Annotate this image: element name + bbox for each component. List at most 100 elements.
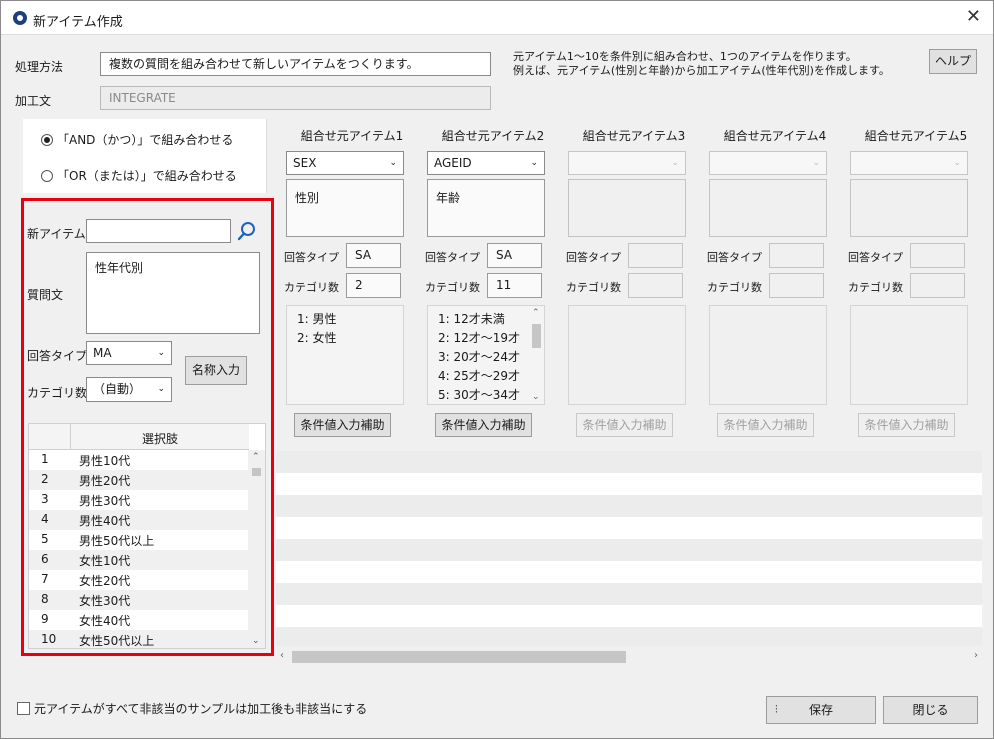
- category-list-item[interactable]: 2: 女性: [297, 329, 337, 346]
- category-list-item[interactable]: 3: 20才～24才: [438, 348, 520, 365]
- chevron-down-icon: ⌄: [389, 158, 397, 168]
- scroll-thumb[interactable]: [532, 324, 541, 348]
- condition-input-button[interactable]: 条件値入力補助: [717, 413, 814, 437]
- non-applicable-checkbox[interactable]: [17, 702, 30, 715]
- source-category-list[interactable]: [568, 305, 686, 405]
- source-item-column-3: 組合せ元アイテム3 ⌄ 回答タイプカテゴリ数条件値入力補助: [566, 119, 702, 443]
- chevron-down-icon: ⌄: [671, 158, 679, 168]
- answer-type-label: 回答タイプ: [707, 251, 762, 264]
- grid-row: [276, 451, 982, 473]
- grid-row: [276, 561, 982, 583]
- scroll-left-icon[interactable]: ‹: [280, 650, 284, 661]
- category-count-label: カテゴリ数: [566, 281, 621, 294]
- processing-field: INTEGRATE: [100, 86, 491, 110]
- description-line-2: 例えば、元アイテム(性別と年齢)から加工アイテム(性年代別)を作成します。: [513, 64, 890, 77]
- category-count-label: カテゴリ数: [425, 281, 480, 294]
- source-item-select-value: AGEID: [434, 156, 472, 170]
- scroll-up-icon[interactable]: ⌃: [532, 308, 540, 318]
- source-category-list[interactable]: [850, 305, 968, 405]
- title-bar: 新アイテム作成 ✕: [1, 1, 993, 35]
- and-radio[interactable]: [41, 134, 53, 146]
- source-answer-type: [910, 243, 965, 268]
- source-item-select[interactable]: AGEID ⌄: [427, 151, 545, 175]
- source-item-title: 組合せ元アイテム1: [300, 129, 404, 143]
- category-list-item[interactable]: 1: 12才未満: [438, 310, 505, 327]
- category-list-item[interactable]: 1: 男性: [297, 310, 337, 327]
- source-category-count: 11: [487, 273, 542, 298]
- source-item-name: 年齢: [427, 179, 545, 237]
- category-count-label: カテゴリ数: [284, 281, 339, 294]
- category-scrollbar[interactable]: ⌃ ⌄: [528, 306, 544, 404]
- horizontal-scrollbar[interactable]: ‹ ›: [276, 648, 982, 666]
- source-item-name: [709, 179, 827, 237]
- method-field[interactable]: 複数の質問を組み合わせて新しいアイテムをつくります。: [100, 52, 491, 76]
- answer-type-label: 回答タイプ: [566, 251, 621, 264]
- source-answer-type: SA: [346, 243, 401, 268]
- combine-mode-panel: 「AND（かつ）」で組み合わせる 「OR（または）」で組み合わせる: [23, 119, 267, 193]
- source-item-title: 組合せ元アイテム5: [864, 129, 968, 143]
- source-category-count: 2: [346, 273, 401, 298]
- category-count-label: カテゴリ数: [848, 281, 903, 294]
- close-button[interactable]: 閉じる: [883, 696, 978, 724]
- grid-row: [276, 539, 982, 561]
- source-category-list[interactable]: 1: 12才未満 2: 12才～19才 3: 20才～24才 4: 25才～29才 5:…: [427, 305, 545, 405]
- source-item-column-4: 組合せ元アイテム4 ⌄ 回答タイプカテゴリ数条件値入力補助: [707, 119, 843, 443]
- source-category-count: [910, 273, 965, 298]
- source-item-title: 組合せ元アイテム4: [723, 129, 827, 143]
- save-label: 保存: [808, 703, 833, 717]
- condition-input-button[interactable]: 条件値入力補助: [294, 413, 391, 437]
- source-item-column-5: 組合せ元アイテム5 ⌄ 回答タイプカテゴリ数条件値入力補助: [848, 119, 984, 443]
- source-item-title: 組合せ元アイテム3: [582, 129, 686, 143]
- help-button[interactable]: ヘルプ: [929, 49, 977, 74]
- grid-row: [276, 627, 982, 646]
- grid-row: [276, 583, 982, 605]
- source-item-name: 性別: [286, 179, 404, 237]
- app-logo-icon: [13, 11, 27, 25]
- highlight-frame: [21, 198, 274, 656]
- category-count-label: カテゴリ数: [707, 281, 762, 294]
- source-answer-type: [628, 243, 683, 268]
- source-category-list[interactable]: 1: 男性 2: 女性: [286, 305, 404, 405]
- or-radio-option[interactable]: 「OR（または）」で組み合わせる: [41, 167, 237, 184]
- source-item-select: ⌄: [709, 151, 827, 175]
- chevron-down-icon: ⌄: [530, 158, 538, 168]
- category-list-item[interactable]: 5: 30才～34才: [438, 386, 520, 403]
- window-title: 新アイテム作成: [33, 15, 123, 30]
- save-button[interactable]: ⫶ 保存: [766, 696, 876, 724]
- scroll-down-icon[interactable]: ⌄: [532, 392, 540, 402]
- non-applicable-label: 元アイテムがすべて非該当のサンプルは加工後も非該当にする: [34, 702, 368, 716]
- horizontal-scroll-thumb[interactable]: [292, 651, 626, 663]
- description-line-1: 元アイテム1～10を条件別に組み合わせ、1つのアイテムを作ります。: [513, 50, 857, 63]
- source-category-list[interactable]: [709, 305, 827, 405]
- condition-input-button[interactable]: 条件値入力補助: [435, 413, 532, 437]
- source-item-title: 組合せ元アイテム2: [441, 129, 545, 143]
- source-item-select: ⌄: [568, 151, 686, 175]
- answer-type-label: 回答タイプ: [284, 251, 339, 264]
- method-label: 処理方法: [15, 60, 64, 74]
- source-item-select[interactable]: SEX ⌄: [286, 151, 404, 175]
- scroll-right-icon[interactable]: ›: [974, 650, 978, 661]
- or-radio[interactable]: [41, 170, 53, 182]
- save-icon: ⫶: [775, 703, 778, 716]
- grid-row: [276, 495, 982, 517]
- source-item-column-1: 組合せ元アイテム1 SEX ⌄ 性別回答タイプ SA カテゴリ数 2 1: 男性 2: 女性条件…: [284, 119, 420, 443]
- source-answer-type: [769, 243, 824, 268]
- source-item-select: ⌄: [850, 151, 968, 175]
- condition-input-button[interactable]: 条件値入力補助: [576, 413, 673, 437]
- chevron-down-icon: ⌄: [812, 158, 820, 168]
- combination-grid: [276, 451, 982, 646]
- condition-input-button[interactable]: 条件値入力補助: [858, 413, 955, 437]
- answer-type-label: 回答タイプ: [425, 251, 480, 264]
- and-radio-label: 「AND（かつ）」で組み合わせる: [57, 133, 234, 147]
- processing-label: 加工文: [15, 94, 52, 108]
- category-list-item[interactable]: 4: 25才～29才: [438, 367, 520, 384]
- source-item-name: [568, 179, 686, 237]
- source-category-count: [628, 273, 683, 298]
- answer-type-label: 回答タイプ: [848, 251, 903, 264]
- source-item-select-value: SEX: [293, 156, 317, 170]
- source-category-count: [769, 273, 824, 298]
- and-radio-option[interactable]: 「AND（かつ）」で組み合わせる: [41, 131, 233, 148]
- close-icon[interactable]: ✕: [966, 7, 981, 27]
- or-radio-label: 「OR（または）」で組み合わせる: [57, 169, 237, 183]
- category-list-item[interactable]: 2: 12才～19才: [438, 329, 520, 346]
